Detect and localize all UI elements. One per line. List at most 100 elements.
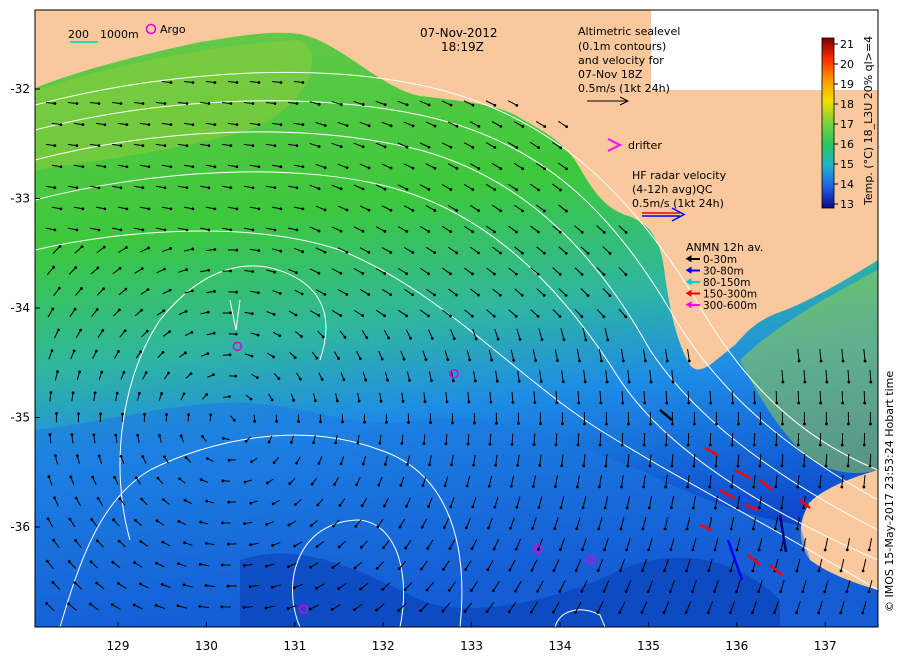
velocity-vector-head — [449, 272, 452, 276]
velocity-vector-head — [405, 103, 409, 107]
map-date: 07-Nov-2012 — [420, 26, 498, 40]
velocity-vector-head — [421, 484, 425, 487]
velocity-vector-head — [99, 412, 102, 416]
velocity-vector-head — [52, 538, 56, 542]
velocity-vector-head — [299, 377, 302, 381]
velocity-vector-head — [621, 401, 625, 405]
velocity-vector-head — [511, 400, 515, 404]
velocity-vector-head — [671, 380, 675, 384]
velocity-vector-head — [403, 588, 407, 592]
velocity-vector-head — [605, 380, 609, 384]
velocity-vector-head — [289, 440, 293, 444]
velocity-vector-head — [578, 359, 581, 363]
velocity-vector-head — [422, 442, 426, 446]
velocity-vector-head — [382, 546, 385, 550]
velocity-vector-head — [226, 542, 230, 546]
velocity-vector-head — [176, 562, 180, 566]
velocity-vector-head — [514, 547, 518, 551]
velocity-vector-head — [867, 590, 871, 594]
velocity-vector-head — [70, 433, 74, 437]
velocity-vector-head — [817, 569, 821, 573]
velocity-vector-head — [649, 422, 652, 426]
velocity-vector-head — [45, 602, 49, 605]
velocity-vector-head — [67, 560, 71, 563]
velocity-vector-head — [89, 560, 93, 564]
velocity-vector-head — [273, 270, 276, 274]
velocity-vector-head — [580, 315, 584, 318]
velocity-vector-head — [402, 357, 406, 361]
velocity-vector-head — [427, 187, 431, 191]
velocity-vector-head — [73, 307, 77, 311]
velocity-vector-head — [728, 611, 732, 615]
velocity-vector-head — [380, 357, 384, 361]
velocity-vector-head — [552, 569, 556, 572]
velocity-vector-head — [206, 457, 209, 460]
velocity-vector-head — [183, 541, 186, 545]
velocity-vector-head — [583, 380, 587, 384]
velocity-vector-head — [125, 207, 129, 211]
velocity-vector-head — [539, 380, 543, 383]
anmn-legend-label: 0-30m — [703, 254, 737, 266]
velocity-vector-head — [204, 584, 208, 587]
velocity-vector-head — [51, 580, 55, 584]
velocity-vector-head — [596, 569, 600, 572]
velocity-vector-head — [582, 464, 586, 468]
velocity-vector-head — [556, 359, 559, 363]
velocity-vector-head — [627, 422, 630, 426]
velocity-vector-head — [354, 525, 358, 528]
velocity-vector-head — [863, 401, 867, 405]
velocity-vector-head — [158, 434, 161, 437]
velocity-vector-head — [443, 484, 447, 488]
velocity-vector-head — [451, 379, 455, 383]
velocity-vector-head — [507, 610, 511, 614]
velocity-vector-head — [317, 229, 321, 233]
velocity-vector-head — [287, 565, 290, 569]
velocity-vector-head — [752, 443, 756, 447]
velocity-vector-head — [406, 463, 409, 466]
velocity-vector-head — [292, 398, 296, 402]
velocity-vector-head — [338, 503, 342, 507]
velocity-vector-head — [428, 463, 431, 467]
velocity-vector-head — [47, 475, 51, 479]
velocity-vector-head — [235, 165, 239, 169]
velocity-vector-head — [78, 370, 82, 374]
velocity-vector-head — [803, 422, 806, 426]
velocity-vector-head — [96, 496, 100, 500]
velocity-vector-head — [279, 81, 283, 84]
velocity-vector-head — [487, 526, 490, 530]
velocity-vector-head — [361, 229, 365, 233]
velocity-vector-head — [426, 546, 430, 550]
velocity-vector-head — [470, 547, 474, 551]
velocity-vector-head — [495, 379, 499, 383]
velocity-vector-head — [220, 605, 224, 609]
velocity-vector-head — [234, 374, 238, 378]
velocity-vector-head — [494, 463, 498, 467]
velocity-vector-head — [352, 608, 356, 612]
velocity-vector-head — [691, 506, 695, 510]
velocity-vector-head — [397, 609, 401, 612]
velocity-vector-head — [795, 527, 799, 531]
velocity-vector-head — [433, 166, 437, 170]
velocity-vector-head — [73, 581, 77, 585]
velocity-vector — [643, 432, 646, 446]
velocity-vector-head — [279, 123, 283, 126]
velocity-vector-head — [288, 482, 292, 486]
velocity-vector-head — [323, 250, 327, 254]
velocity-vector-head — [442, 526, 446, 529]
velocity-vector-head — [448, 547, 452, 550]
y-tick-label: -34 — [10, 301, 30, 315]
velocity-vector-head — [427, 230, 431, 233]
velocity-vector-head — [845, 590, 849, 594]
velocity-vector-head — [300, 292, 304, 296]
velocity-vector-head — [624, 590, 628, 593]
velocity-vector-head — [665, 401, 669, 405]
velocity-vector-head — [339, 145, 343, 149]
velocity-vector-head — [360, 504, 364, 508]
velocity-vector-head — [447, 588, 451, 592]
scale-bar-label-b: 1000m — [100, 28, 139, 41]
velocity-vector-head — [242, 606, 246, 609]
velocity-vector-head — [521, 167, 525, 171]
hf-radar-legend-line-1: HF radar velocity — [632, 169, 727, 182]
velocity-vector-head — [449, 103, 453, 107]
velocity-vector-head — [52, 265, 55, 269]
